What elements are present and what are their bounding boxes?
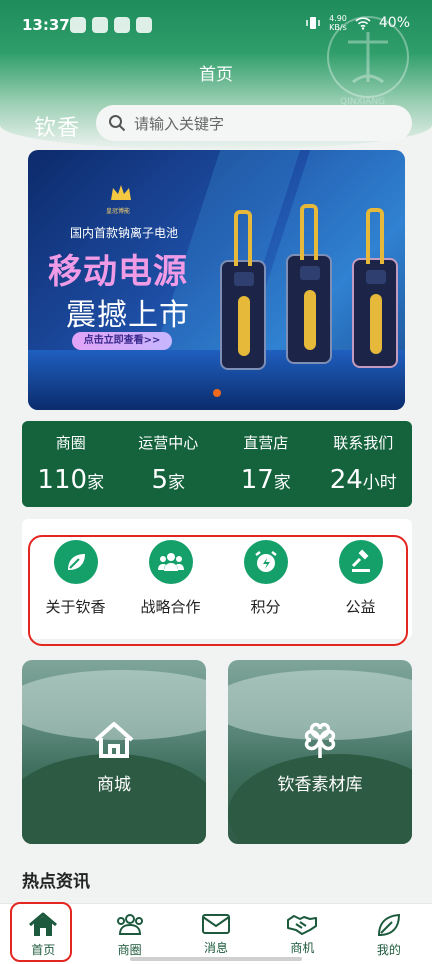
power-bank-strap [300,204,318,260]
power-bank-bar [238,296,250,356]
stat-number: 24 [329,465,363,495]
stat-number: 17 [240,465,274,495]
power-bank-lcd [300,266,320,280]
nav-messages[interactable]: 消息 [173,904,259,964]
search-icon [109,115,126,132]
tile-mall-content: 商城 [22,720,206,795]
search-bar[interactable]: 请输入关键字 [96,105,412,141]
tile-library-content: 钦香素材库 [228,720,412,795]
handshake-icon [116,914,143,935]
search-input[interactable]: 请输入关键字 [134,113,224,134]
nav-label: 消息 [204,941,229,955]
notification-app-icon [70,17,86,33]
tile-label: 商城 [97,775,131,795]
stat-number: 110 [37,465,88,495]
banner-floor [28,350,405,410]
power-bank-image [352,208,398,368]
clover-icon [304,722,336,758]
stat-unit: 家 [168,473,186,493]
stats-panel: 商圈 110家 运营中心 5家 直营店 17家 联系我们 24小时 [22,421,412,507]
power-bank-bar [370,294,382,354]
stat-unit: 家 [273,473,291,493]
nav-opportunities[interactable]: 商机 [259,904,345,964]
status-time: 13:37 [22,16,70,34]
nav-label: 商圈 [117,943,142,957]
power-bank-strap [366,208,384,264]
stat-value: 17家 [217,465,315,495]
highlight-outline [10,902,72,962]
page-title: 首页 [199,65,233,85]
stat-business-circles[interactable]: 商圈 110家 [22,421,120,507]
home-indicator[interactable] [130,957,302,961]
weibo-icon [92,17,108,33]
power-bank-bar [304,290,316,350]
crown-brand-text: 皇冠博能 [106,208,131,215]
stat-unit: 家 [87,473,105,493]
stat-contact-us[interactable]: 联系我们 24小时 [315,421,413,507]
stat-value: 110家 [22,465,120,495]
stat-direct-stores[interactable]: 直营店 17家 [217,421,315,507]
power-bank-strap [234,210,252,266]
stat-number: 5 [151,465,169,495]
power-bank-lcd [366,270,386,284]
tile-mall[interactable]: 商城 [22,660,206,844]
leaf-icon [377,913,400,937]
notification-app-icon [136,17,152,33]
power-bank-image [286,204,332,364]
banner-subtitle: 国内首款钠离子电池 [70,226,179,240]
highlight-outline [28,535,408,646]
nav-label: 我的 [376,943,401,957]
banner-title-line2: 震撼上市 [66,298,190,333]
stat-value: 5家 [120,465,218,495]
power-bank-image [220,210,266,370]
stat-unit: 小时 [362,473,397,493]
envelope-icon [202,914,231,934]
stat-value: 24小时 [315,465,413,495]
stat-label: 联系我们 [333,434,394,452]
banner-title-line1: 移动电源 [48,252,188,292]
hot-news-heading: 热点资讯 [22,872,90,892]
nav-label: 商机 [290,941,315,955]
nav-business-circle[interactable]: 商圈 [86,904,172,964]
power-bank-lcd [234,272,254,286]
nav-profile[interactable]: 我的 [346,904,432,964]
stat-operation-centers[interactable]: 运营中心 5家 [120,421,218,507]
house-icon [94,722,134,758]
notification-app-icon [114,17,130,33]
status-notification-icons [70,17,152,33]
deal-icon [287,915,318,935]
stat-label: 商圈 [55,434,86,452]
tile-material-library[interactable]: 钦香素材库 [228,660,412,844]
banner-view-button[interactable]: 点击立即查看>> [72,332,172,350]
crown-icon [111,185,131,200]
tile-label: 钦香素材库 [277,775,363,795]
banner-page-indicator [213,389,221,397]
stat-label: 运营中心 [138,434,199,452]
promo-banner[interactable]: 皇冠博能 国内首款钠离子电池 移动电源 震撼上市 点击立即查看>> [28,150,405,410]
brand-name: 钦香 [34,116,81,141]
stat-label: 直营店 [243,434,289,452]
